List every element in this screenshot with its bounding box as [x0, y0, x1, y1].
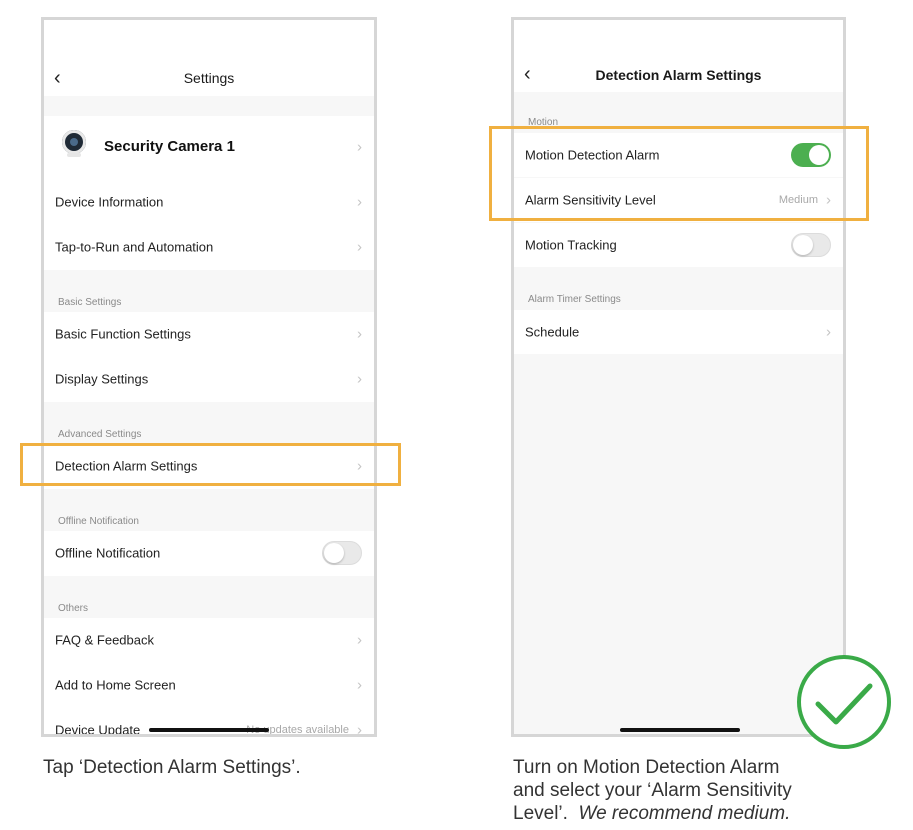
row-label: Device Information [55, 194, 164, 210]
left-phone-screen: ‹ Settings Security Camera 1 › Device In… [41, 17, 377, 737]
row-label: FAQ & Feedback [55, 632, 154, 648]
chevron-right-icon: › [357, 370, 362, 388]
page-title: Settings [183, 70, 235, 86]
chevron-right-icon: › [357, 631, 362, 649]
basic-function-settings-row[interactable]: Basic Function Settings › [44, 312, 374, 356]
caption-text: Level’. [513, 803, 568, 824]
section-header-alarm-timer: Alarm Timer Settings [528, 294, 621, 305]
chevron-right-icon: › [826, 323, 831, 341]
device-update-row[interactable]: Device Update No updates available › [44, 708, 374, 737]
section-header-advanced: Advanced Settings [58, 429, 142, 440]
section-header-others: Others [58, 603, 89, 614]
row-label: Add to Home Screen [55, 677, 176, 693]
motion-tracking-toggle[interactable] [791, 233, 831, 257]
section-header-basic: Basic Settings [58, 297, 122, 308]
nav-bar: ‹ Detection Alarm Settings [514, 20, 843, 92]
tap-to-run-row[interactable]: Tap-to-Run and Automation › [44, 225, 374, 269]
offline-notification-toggle[interactable] [322, 541, 362, 565]
row-label: Motion Tracking [525, 237, 617, 253]
row-label: Offline Notification [55, 545, 161, 561]
add-to-home-screen-row[interactable]: Add to Home Screen › [44, 663, 374, 707]
motion-tracking-row: Motion Tracking [514, 223, 843, 267]
right-phone-screen: ‹ Detection Alarm Settings Motion Motion… [511, 17, 846, 737]
row-label: Schedule [525, 324, 580, 340]
page-title: Detection Alarm Settings [595, 67, 762, 83]
left-caption: Tap ‘Detection Alarm Settings’. [43, 757, 301, 778]
caption-line-last: Level’. We recommend medium. [513, 802, 908, 825]
camera-icon [62, 130, 86, 154]
chevron-right-icon: › [357, 238, 362, 256]
chevron-right-icon: › [357, 138, 362, 156]
check-circle-icon [797, 655, 891, 749]
caption-emphasis: We recommend medium. [578, 803, 791, 824]
nav-bar: ‹ Settings [44, 20, 374, 96]
row-label: Tap-to-Run and Automation [55, 239, 214, 255]
offline-notification-row: Offline Notification [44, 531, 374, 575]
row-label: Display Settings [55, 371, 149, 387]
chevron-right-icon: › [357, 193, 362, 211]
chevron-right-icon: › [357, 721, 362, 737]
device-header-row[interactable]: Security Camera 1 › [44, 116, 374, 178]
faq-feedback-row[interactable]: FAQ & Feedback › [44, 618, 374, 662]
right-caption: Turn on Motion Detection Alarm and selec… [513, 756, 908, 825]
home-indicator [620, 728, 740, 732]
section-header-offline: Offline Notification [58, 516, 139, 527]
row-label: Basic Function Settings [55, 326, 191, 342]
row-label: Device Update [55, 722, 141, 737]
caption-line: Turn on Motion Detection Alarm [513, 757, 780, 778]
display-settings-row[interactable]: Display Settings › [44, 357, 374, 401]
schedule-row[interactable]: Schedule › [514, 310, 843, 354]
caption-line: and select your ‘Alarm Sensitivity [513, 780, 792, 801]
home-indicator [149, 728, 269, 732]
highlight-detection-alarm-settings [20, 443, 401, 486]
highlight-motion-alarm-settings [489, 126, 869, 221]
chevron-right-icon: › [357, 325, 362, 343]
device-information-row[interactable]: Device Information › [44, 180, 374, 224]
device-name: Security Camera 1 [104, 138, 235, 155]
chevron-right-icon: › [357, 676, 362, 694]
